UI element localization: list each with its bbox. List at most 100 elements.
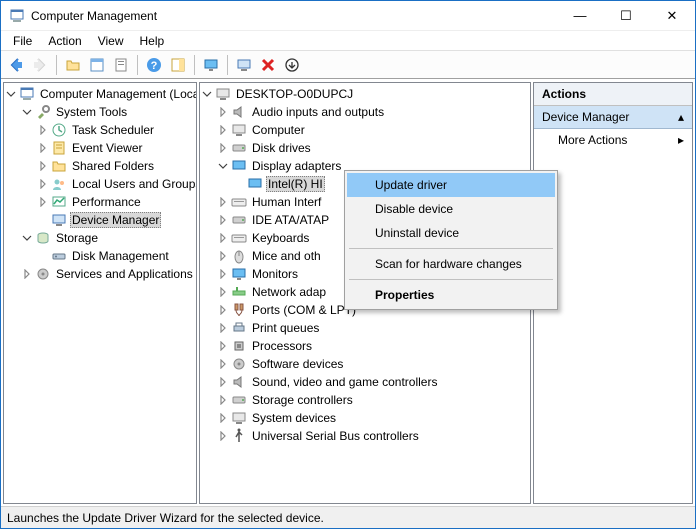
tree-label: Computer Management (Local bbox=[38, 87, 197, 101]
device-category[interactable]: Print queues bbox=[200, 319, 530, 337]
toolbar-separator bbox=[137, 55, 138, 75]
expand-icon[interactable] bbox=[216, 321, 230, 335]
device-category[interactable]: Audio inputs and outputs bbox=[200, 103, 530, 121]
port-icon bbox=[231, 302, 247, 318]
device-root[interactable]: DESKTOP-O0DUPCJ bbox=[200, 85, 530, 103]
expand-icon[interactable] bbox=[36, 141, 50, 155]
tree-root[interactable]: Computer Management (Local bbox=[4, 85, 197, 103]
actions-section[interactable]: Device Manager ▴ bbox=[534, 106, 692, 129]
device-category[interactable]: Computer bbox=[200, 121, 530, 139]
expand-icon[interactable] bbox=[216, 105, 230, 119]
tree-system-tools[interactable]: System Tools bbox=[4, 103, 197, 121]
tree-local-users[interactable]: Local Users and Groups bbox=[4, 175, 197, 193]
expand-icon[interactable] bbox=[216, 123, 230, 137]
close-button[interactable]: ✕ bbox=[649, 1, 695, 31]
tree-label: DESKTOP-O0DUPCJ bbox=[234, 87, 355, 101]
minimize-button[interactable]: — bbox=[557, 1, 603, 31]
ctx-properties[interactable]: Properties bbox=[347, 283, 555, 307]
expand-icon[interactable] bbox=[216, 411, 230, 425]
expand-icon[interactable] bbox=[216, 429, 230, 443]
tree-device-manager[interactable]: Device Manager bbox=[4, 211, 197, 229]
show-action-pane-button[interactable] bbox=[167, 54, 189, 76]
ctx-uninstall-device[interactable]: Uninstall device bbox=[347, 221, 555, 245]
expand-icon[interactable] bbox=[216, 375, 230, 389]
toolbar bbox=[1, 51, 695, 79]
ctx-separator bbox=[349, 279, 553, 280]
export-list-button[interactable] bbox=[110, 54, 132, 76]
tree-label: Device Manager bbox=[70, 212, 161, 228]
device-category[interactable]: Sound, video and game controllers bbox=[200, 373, 530, 391]
expand-icon[interactable] bbox=[4, 87, 18, 101]
tree-label: Disk Management bbox=[70, 249, 171, 263]
expand-icon[interactable] bbox=[20, 267, 34, 281]
toolbar-separator bbox=[227, 55, 228, 75]
tree-label: Software devices bbox=[250, 357, 345, 371]
collapse-icon[interactable]: ▴ bbox=[678, 110, 684, 124]
maximize-button[interactable]: ☐ bbox=[603, 1, 649, 31]
expand-icon[interactable] bbox=[216, 159, 230, 173]
menu-view[interactable]: View bbox=[90, 32, 132, 50]
expand-icon[interactable] bbox=[36, 159, 50, 173]
update-driver-button[interactable] bbox=[233, 54, 255, 76]
device-category[interactable]: Processors bbox=[200, 337, 530, 355]
expand-icon[interactable] bbox=[216, 195, 230, 209]
tree-disk-management[interactable]: Disk Management bbox=[4, 247, 197, 265]
tree-label: Audio inputs and outputs bbox=[250, 105, 386, 119]
expand-icon[interactable] bbox=[216, 357, 230, 371]
menu-action[interactable]: Action bbox=[40, 32, 89, 50]
scan-hardware-button[interactable] bbox=[200, 54, 222, 76]
app-icon bbox=[9, 8, 25, 24]
expand-icon[interactable] bbox=[20, 231, 34, 245]
disable-device-button[interactable] bbox=[281, 54, 303, 76]
expand-icon[interactable] bbox=[216, 303, 230, 317]
tree-services[interactable]: Services and Applications bbox=[4, 265, 197, 283]
tree-label: Storage controllers bbox=[250, 393, 355, 407]
device-icon bbox=[51, 212, 67, 228]
ctx-scan-hardware[interactable]: Scan for hardware changes bbox=[347, 252, 555, 276]
show-hide-tree-button[interactable] bbox=[62, 54, 84, 76]
tree-label: Ports (COM & LPT) bbox=[250, 303, 358, 317]
expand-icon[interactable] bbox=[36, 123, 50, 137]
tree-label: Services and Applications bbox=[54, 267, 195, 281]
ctx-disable-device[interactable]: Disable device bbox=[347, 197, 555, 221]
tree-storage[interactable]: Storage bbox=[4, 229, 197, 247]
device-category[interactable]: Software devices bbox=[200, 355, 530, 373]
device-category[interactable]: Universal Serial Bus controllers bbox=[200, 427, 530, 445]
device-category[interactable]: Storage controllers bbox=[200, 391, 530, 409]
device-category[interactable]: System devices bbox=[200, 409, 530, 427]
menu-help[interactable]: Help bbox=[132, 32, 173, 50]
tree-label: Print queues bbox=[250, 321, 321, 335]
nav-forward-button[interactable] bbox=[29, 54, 51, 76]
expand-icon[interactable] bbox=[216, 231, 230, 245]
expand-icon[interactable] bbox=[36, 177, 50, 191]
tree-task-scheduler[interactable]: Task Scheduler bbox=[4, 121, 197, 139]
help-button[interactable] bbox=[143, 54, 165, 76]
drive-icon bbox=[231, 140, 247, 156]
expand-icon[interactable] bbox=[200, 87, 214, 101]
nav-back-button[interactable] bbox=[5, 54, 27, 76]
expand-icon[interactable] bbox=[216, 249, 230, 263]
tree-shared-folders[interactable]: Shared Folders bbox=[4, 157, 197, 175]
window-root: Computer Management — ☐ ✕ File Action Vi… bbox=[0, 0, 696, 529]
expand-icon[interactable] bbox=[216, 393, 230, 407]
actions-more[interactable]: More Actions ▸ bbox=[534, 129, 692, 151]
device-category[interactable]: Disk drives bbox=[200, 139, 530, 157]
expand-icon[interactable] bbox=[216, 213, 230, 227]
expand-icon[interactable] bbox=[216, 141, 230, 155]
toolbar-separator bbox=[56, 55, 57, 75]
expand-icon[interactable] bbox=[216, 267, 230, 281]
expand-icon[interactable] bbox=[36, 195, 50, 209]
properties-button[interactable] bbox=[86, 54, 108, 76]
statusbar: Launches the Update Driver Wizard for th… bbox=[1, 506, 695, 528]
tree-label: Local Users and Groups bbox=[70, 177, 197, 191]
expand-icon[interactable] bbox=[216, 285, 230, 299]
expand-icon[interactable] bbox=[216, 339, 230, 353]
console-tree-pane[interactable]: Computer Management (Local System Tools … bbox=[3, 82, 197, 504]
tree-event-viewer[interactable]: Event Viewer bbox=[4, 139, 197, 157]
ctx-update-driver[interactable]: Update driver bbox=[347, 173, 555, 197]
pc-icon bbox=[231, 122, 247, 138]
expand-icon[interactable] bbox=[20, 105, 34, 119]
tree-performance[interactable]: Performance bbox=[4, 193, 197, 211]
uninstall-device-button[interactable] bbox=[257, 54, 279, 76]
menu-file[interactable]: File bbox=[5, 32, 40, 50]
